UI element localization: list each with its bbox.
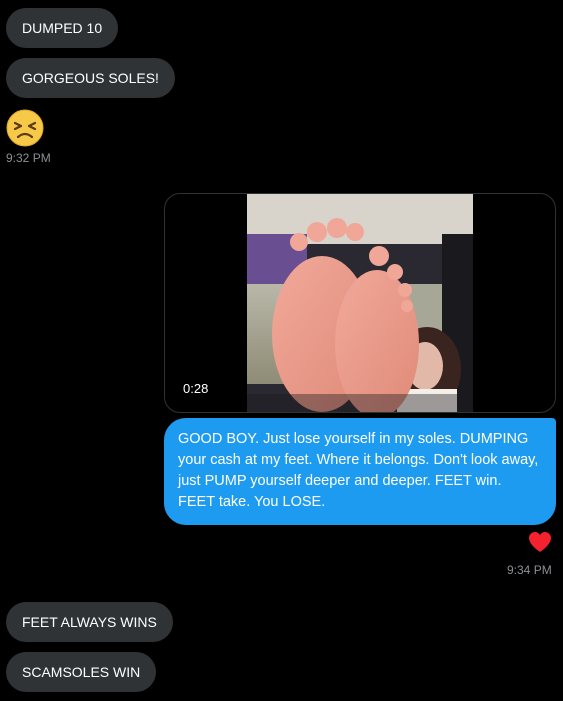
persevering-face-icon[interactable] xyxy=(6,109,44,147)
message-timestamp: 9:34 PM xyxy=(507,563,552,577)
video-duration: 0:28 xyxy=(179,379,213,398)
video-thumbnail-image xyxy=(247,194,473,412)
incoming-message[interactable]: GORGEOUS SOLES! xyxy=(6,58,175,98)
message-text: DUMPED 10 xyxy=(22,20,103,36)
incoming-message[interactable]: DUMPED 10 xyxy=(6,8,119,48)
outgoing-message[interactable]: GOOD BOY. Just lose yourself in my soles… xyxy=(164,418,556,525)
message-text: SCAMSOLES WIN xyxy=(22,664,141,680)
video-attachment[interactable]: 0:28 xyxy=(164,193,556,413)
video-thumbnail[interactable] xyxy=(247,194,473,412)
message-text: FEET ALWAYS WINS xyxy=(22,614,157,630)
incoming-message[interactable]: SCAMSOLES WIN xyxy=(6,652,157,692)
heart-icon[interactable] xyxy=(527,530,553,554)
message-text: GOOD BOY. Just lose yourself in my soles… xyxy=(178,431,539,510)
incoming-message[interactable]: FEET ALWAYS WINS xyxy=(6,602,173,642)
message-text: GORGEOUS SOLES! xyxy=(22,70,159,86)
message-timestamp: 9:32 PM xyxy=(6,151,51,165)
